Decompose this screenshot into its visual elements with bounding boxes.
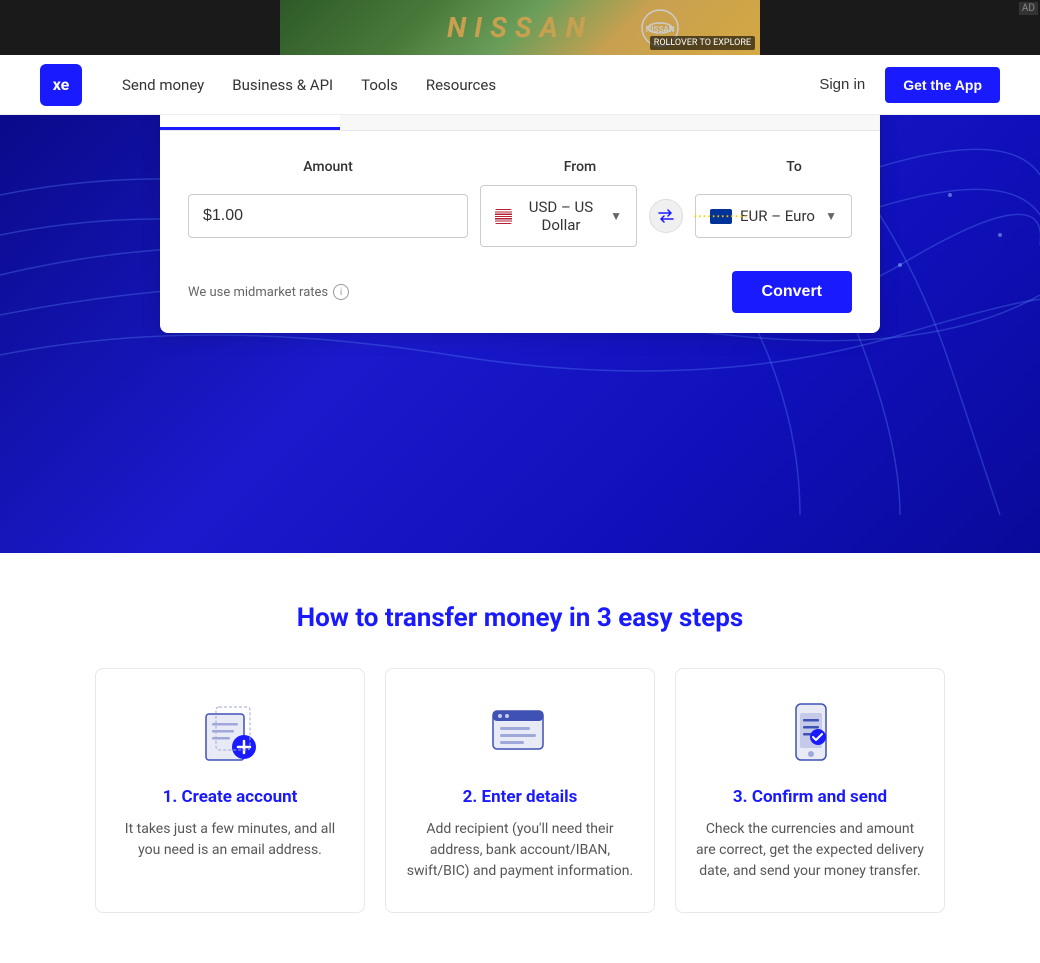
nav-tools[interactable]: Tools	[361, 76, 398, 94]
to-currency-wrap: EUR – Euro ▼	[695, 194, 852, 238]
nav-resources[interactable]: Resources	[426, 76, 496, 94]
step-1-icon	[195, 699, 265, 769]
from-label: From	[480, 159, 680, 175]
nav-links: Send money Business & API Tools Resource…	[122, 76, 819, 94]
ad-content[interactable]: NISSAN NISSAN ROLLOVER TO EXPLORE	[280, 0, 760, 55]
to-label: To	[692, 159, 852, 175]
navbar: xe Send money Business & API Tools Resou…	[0, 55, 1040, 115]
svg-text:NISSAN: NISSAN	[646, 25, 675, 34]
rollover-cta[interactable]: ROLLOVER TO EXPLORE	[650, 36, 755, 50]
nav-business-api[interactable]: Business & API	[232, 76, 333, 94]
converter-wrapper: Convert Send	[140, 115, 900, 333]
step-2-icon	[485, 699, 555, 769]
usd-flag	[495, 209, 512, 224]
step-card-3: 3. Confirm and send Check the currencies…	[675, 668, 945, 913]
from-currency-display: USD – US Dollar	[495, 198, 602, 234]
step-card-2: 2. Enter details Add recipient (you'll n…	[385, 668, 655, 913]
hero-section: The World's Trusted Currency Authority C…	[0, 115, 1040, 553]
steps-grid: 1. Create account It takes just a few mi…	[40, 668, 1000, 913]
step-1-desc: It takes just a few minutes, and all you…	[116, 819, 344, 861]
converter-card: Convert Send	[160, 115, 880, 333]
to-chevron-icon: ▼	[825, 209, 837, 223]
nissan-brand: NISSAN	[447, 11, 593, 44]
tab-convert[interactable]: Convert	[160, 115, 340, 130]
steps-title: How to transfer money in 3 easy steps	[40, 603, 1000, 633]
step-3-desc: Check the currencies and amount are corr…	[696, 819, 924, 882]
tab-send[interactable]: Send	[340, 115, 520, 130]
step-3-title: 3. Confirm and send	[696, 787, 924, 807]
from-chevron-icon: ▼	[610, 209, 622, 223]
get-app-button[interactable]: Get the App	[885, 67, 1000, 103]
amount-input-wrap	[188, 194, 468, 238]
amount-input[interactable]	[188, 194, 468, 238]
midmarket-text: We use midmarket rates	[188, 285, 328, 300]
tab-alerts[interactable]: Alerts	[700, 115, 880, 130]
converter-tabs: Convert Send	[160, 115, 880, 131]
step-2-desc: Add recipient (you'll need their address…	[406, 819, 634, 882]
to-currency-text: EUR – Euro	[740, 207, 815, 225]
amount-label: Amount	[188, 159, 468, 175]
ad-label: AD	[1019, 2, 1038, 15]
form-labels: Amount From To	[188, 159, 852, 175]
content-section: How to transfer money in 3 easy steps	[0, 553, 1040, 963]
ad-banner: NISSAN NISSAN ROLLOVER TO EXPLORE AD	[0, 0, 1040, 55]
tab-charts[interactable]: Charts	[520, 115, 700, 130]
to-currency-dropdown[interactable]: EUR – Euro ▼	[695, 194, 852, 238]
from-currency-dropdown[interactable]: USD – US Dollar ▼	[480, 185, 637, 247]
step-2-title: 2. Enter details	[406, 787, 634, 807]
nav-send-money[interactable]: Send money	[122, 76, 204, 94]
nav-actions: Sign in Get the App	[819, 67, 1000, 103]
form-bottom: We use midmarket rates i Convert	[188, 267, 852, 313]
info-icon[interactable]: i	[333, 284, 349, 300]
step-3-icon	[775, 699, 845, 769]
to-currency-display: EUR – Euro	[710, 207, 815, 225]
from-currency-text: USD – US Dollar	[520, 198, 602, 234]
from-currency-wrap: USD – US Dollar ▼	[480, 185, 637, 247]
step-card-1: 1. Create account It takes just a few mi…	[95, 668, 365, 913]
converter-form: Amount From To USD – US Dollar	[160, 131, 880, 333]
xe-logo[interactable]: xe	[40, 64, 82, 106]
step-1-title: 1. Create account	[116, 787, 344, 807]
convert-button[interactable]: Convert	[732, 271, 852, 313]
form-row: USD – US Dollar ▼	[188, 185, 852, 247]
eur-flag	[710, 209, 732, 224]
swap-button[interactable]	[649, 199, 683, 233]
sign-in-button[interactable]: Sign in	[819, 76, 865, 93]
midmarket-info: We use midmarket rates i	[188, 284, 349, 300]
